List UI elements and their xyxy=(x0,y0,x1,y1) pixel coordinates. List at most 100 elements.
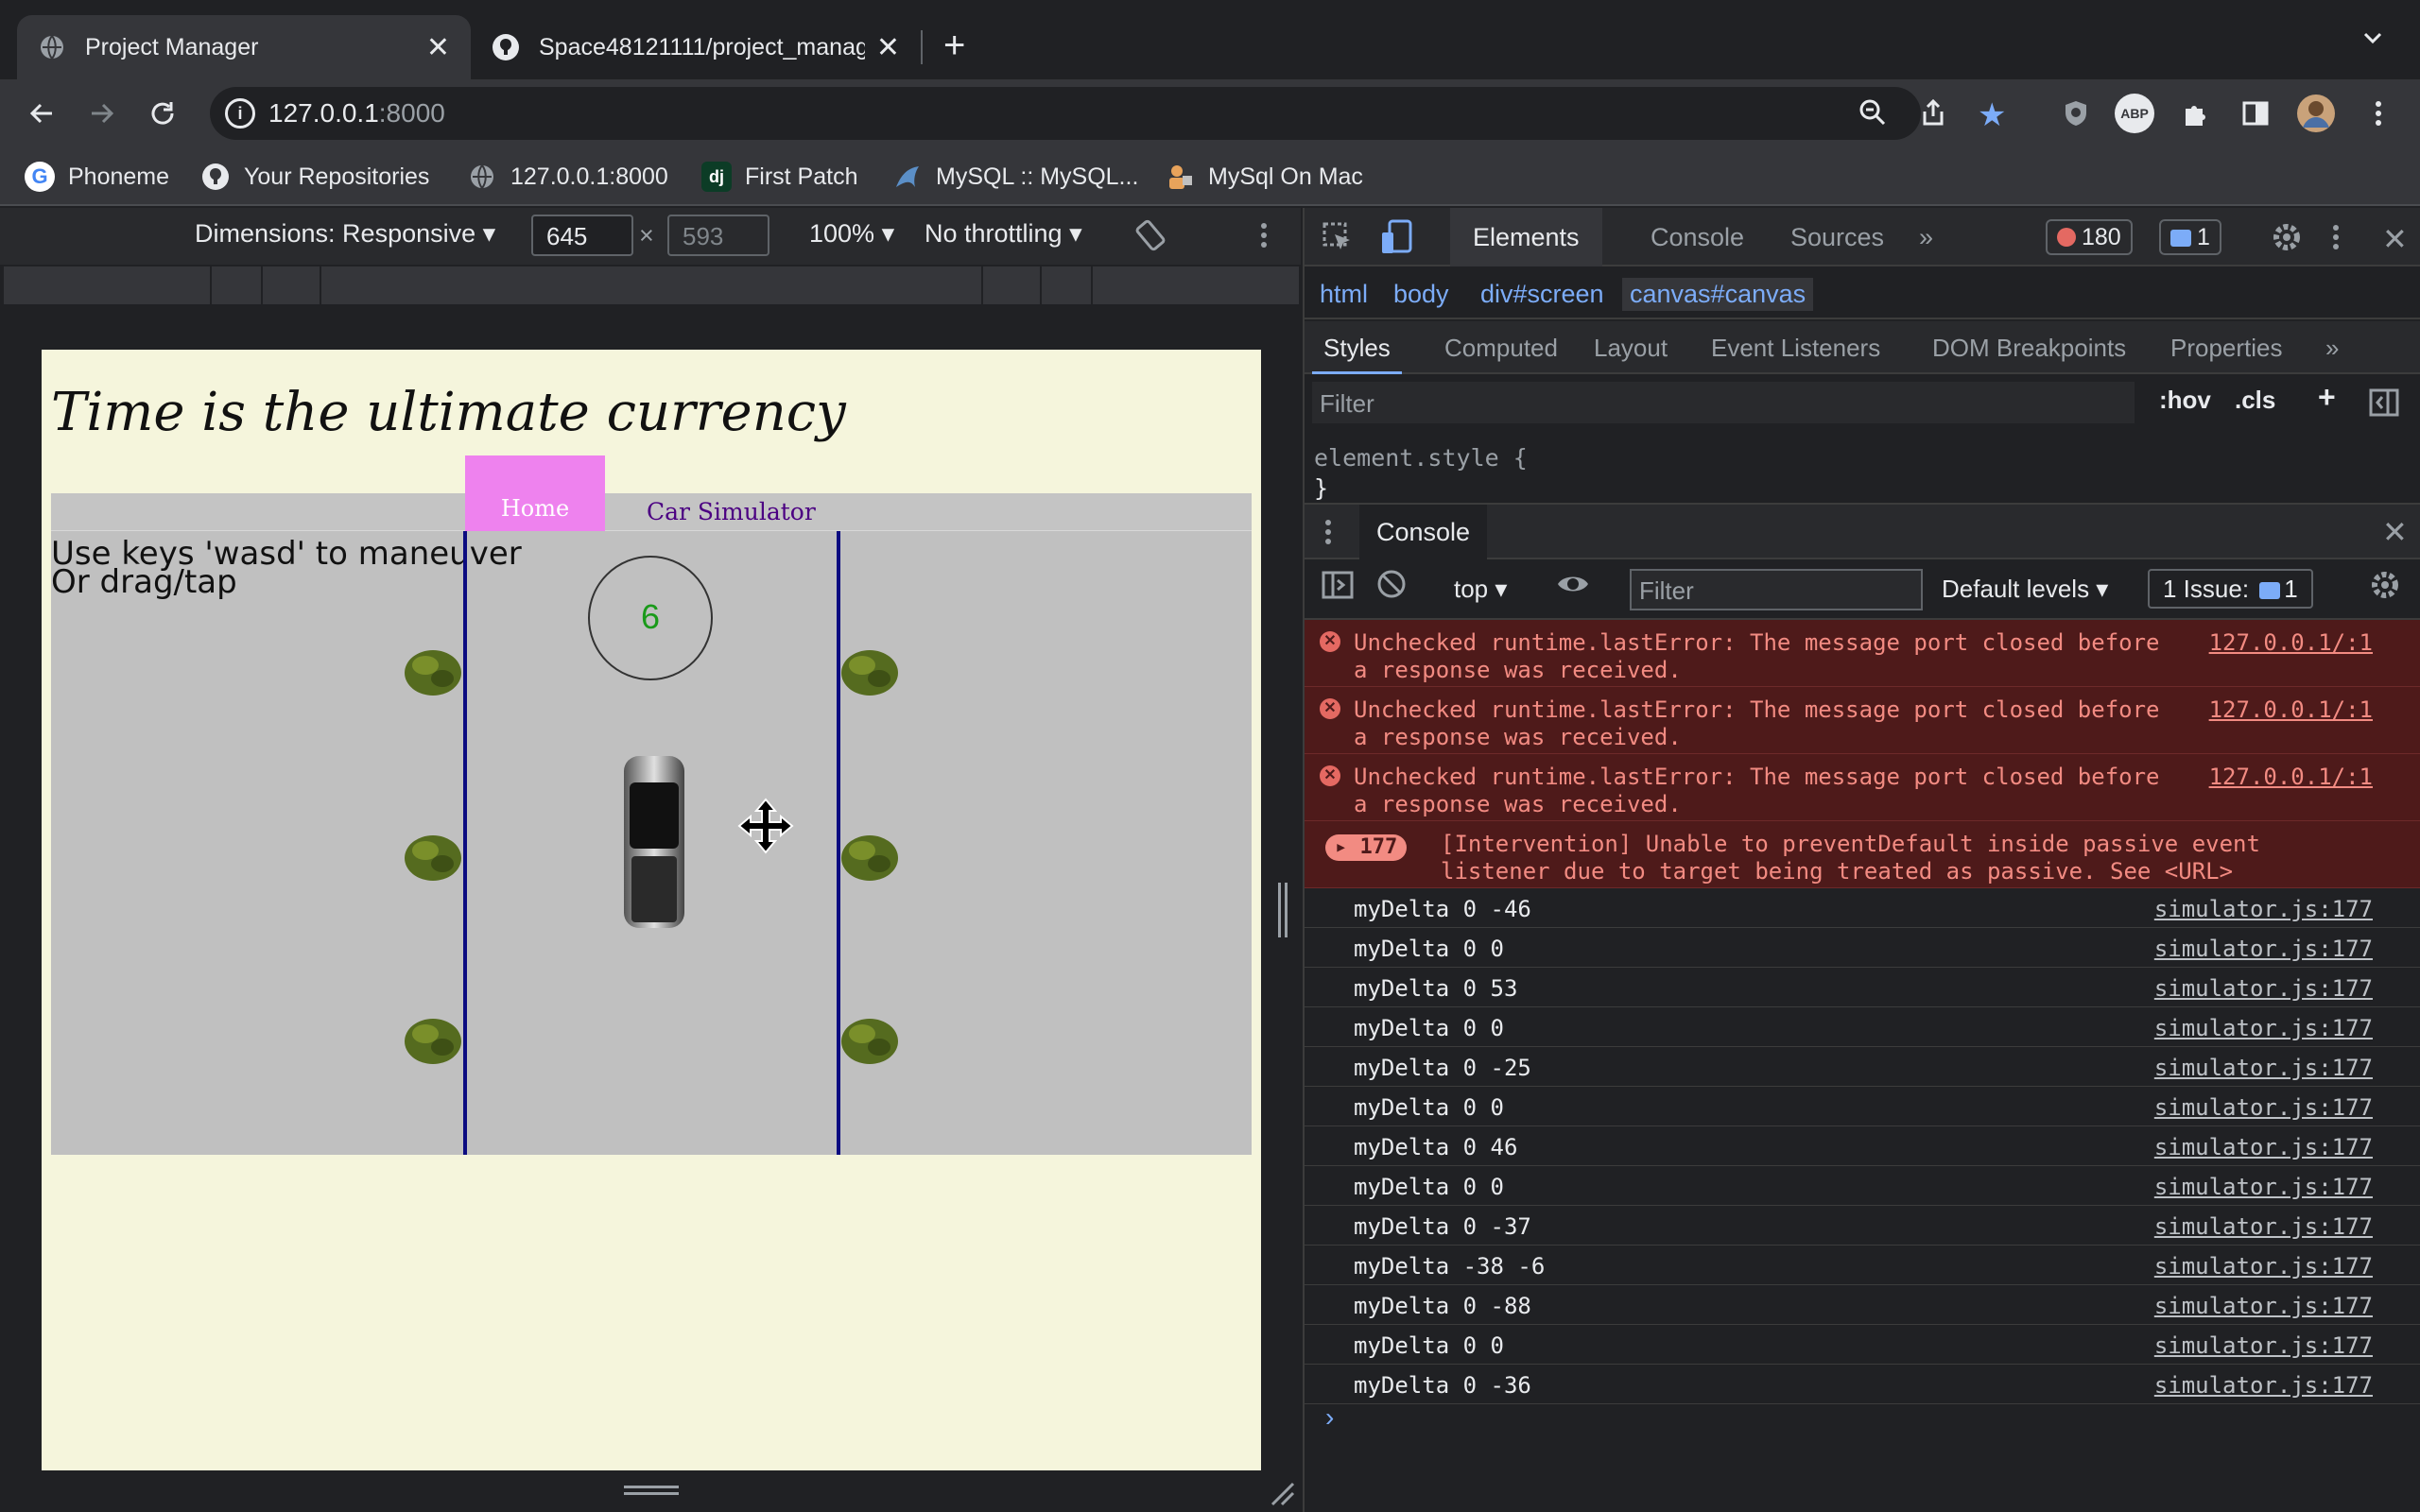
console-prompt[interactable]: › xyxy=(1325,1402,1334,1433)
log-row[interactable]: myDelta 0 -25 simulator.js:177 xyxy=(1305,1047,2420,1087)
log-row[interactable]: myDelta -38 -6 simulator.js:177 xyxy=(1305,1246,2420,1285)
log-row[interactable]: myDelta 0 -88 simulator.js:177 xyxy=(1305,1285,2420,1325)
tab-dom-breakpoints[interactable]: DOM Breakpoints xyxy=(1921,321,2137,374)
close-devtools-icon[interactable]: ✕ xyxy=(2382,221,2408,257)
close-tab-icon[interactable]: ✕ xyxy=(876,31,900,64)
close-drawer-icon[interactable]: ✕ xyxy=(2382,514,2408,550)
new-tab-icon[interactable]: + xyxy=(943,25,965,67)
log-row[interactable]: myDelta 0 0 simulator.js:177 xyxy=(1305,1087,2420,1126)
settings-gear-icon[interactable] xyxy=(2271,221,2303,258)
tab-sources[interactable]: Sources xyxy=(1768,208,1907,266)
toggle-sidebar-icon[interactable] xyxy=(2369,387,2399,422)
tab-console[interactable]: Console xyxy=(1628,208,1767,266)
browser-menu-icon[interactable] xyxy=(2358,93,2399,134)
log-row[interactable]: myDelta 0 0 simulator.js:177 xyxy=(1305,1007,2420,1047)
inspect-element-icon[interactable] xyxy=(1322,221,1354,258)
width-input[interactable]: 645 xyxy=(531,215,633,256)
zoom-icon[interactable] xyxy=(1858,98,1887,131)
log-source-link[interactable]: simulator.js:177 xyxy=(2154,896,2373,922)
log-row[interactable]: myDelta 0 46 simulator.js:177 xyxy=(1305,1126,2420,1166)
reload-icon[interactable] xyxy=(142,93,183,134)
log-levels-select[interactable]: Default levels ▾ xyxy=(1942,569,2108,609)
rotate-icon[interactable] xyxy=(1134,219,1167,258)
tab-search-chevron-icon[interactable] xyxy=(2361,26,2384,54)
nav-car-simulator-link[interactable]: Car Simulator xyxy=(647,493,816,531)
tab-elements[interactable]: Elements xyxy=(1450,208,1602,266)
error-source-link[interactable]: 127.0.0.1/:1 xyxy=(2209,696,2373,723)
bookmark-phoneme[interactable]: G Phoneme xyxy=(25,159,169,195)
show-sidebar-icon[interactable] xyxy=(1322,569,1354,609)
log-source-link[interactable]: simulator.js:177 xyxy=(2154,1293,2373,1319)
tab-layout[interactable]: Layout xyxy=(1582,321,1679,374)
viewport-resize-corner-icon[interactable] xyxy=(1269,1480,1295,1506)
bookmark-mysql[interactable]: MySQL :: MySQL... xyxy=(892,159,1138,195)
viewport-resize-handle-right[interactable] xyxy=(1276,883,1289,937)
console-error[interactable]: ✕ Unchecked runtime.lastError: The messa… xyxy=(1305,687,2420,754)
log-row[interactable]: myDelta 0 -37 simulator.js:177 xyxy=(1305,1206,2420,1246)
console-intervention[interactable]: ▸ 177 [Intervention] Unable to preventDe… xyxy=(1305,821,2420,888)
height-input[interactable]: 593 xyxy=(667,215,769,256)
device-toggle-icon[interactable] xyxy=(1380,219,1414,260)
nav-home-link[interactable]: Home xyxy=(465,455,605,531)
log-row[interactable]: myDelta 0 0 simulator.js:177 xyxy=(1305,1166,2420,1206)
log-source-link[interactable]: simulator.js:177 xyxy=(2154,1134,2373,1160)
drawer-menu-icon[interactable] xyxy=(1323,518,1333,551)
console-filter-input[interactable]: Filter xyxy=(1630,569,1923,610)
drawer-tab-console[interactable]: Console xyxy=(1359,505,1488,559)
error-source-link[interactable]: 127.0.0.1/:1 xyxy=(2209,764,2373,790)
log-source-link[interactable]: simulator.js:177 xyxy=(2154,1015,2373,1041)
log-source-link[interactable]: simulator.js:177 xyxy=(2154,936,2373,962)
bookmark-star-icon[interactable]: ★ xyxy=(1978,96,2006,134)
more-tabs-icon[interactable]: » xyxy=(1896,208,1956,266)
tab-project-manager[interactable]: Project Manager ✕ xyxy=(17,15,471,79)
issues-button[interactable]: 1 Issue: 1 xyxy=(2148,569,2313,609)
log-source-link[interactable]: simulator.js:177 xyxy=(2154,1055,2373,1081)
cls-toggle[interactable]: .cls xyxy=(2235,386,2275,415)
clear-console-icon[interactable] xyxy=(1376,569,1407,609)
tab-github-repo[interactable]: Space48121111/project_manag ✕ xyxy=(471,15,921,79)
error-count-badge[interactable]: 180 xyxy=(2046,219,2133,255)
bookmark-mysql-on-mac[interactable]: MySql On Mac xyxy=(1165,159,1363,195)
log-row[interactable]: myDelta 0 0 simulator.js:177 xyxy=(1305,928,2420,968)
styles-filter-input[interactable]: Filter xyxy=(1312,382,2135,423)
devtools-menu-icon[interactable] xyxy=(2331,223,2341,256)
crumb-canvas[interactable]: canvas#canvas xyxy=(1622,278,1814,311)
device-more-icon[interactable] xyxy=(1259,221,1269,256)
message-count-badge[interactable]: 1 xyxy=(2159,219,2221,255)
adblock-extension-icon[interactable]: ABP xyxy=(2114,93,2155,134)
log-row[interactable]: myDelta 0 0 simulator.js:177 xyxy=(1305,1325,2420,1365)
crumb-body[interactable]: body xyxy=(1386,278,1457,311)
tab-styles[interactable]: Styles xyxy=(1312,321,1402,374)
log-source-link[interactable]: simulator.js:177 xyxy=(2154,1094,2373,1121)
console-error[interactable]: ✕ Unchecked runtime.lastError: The messa… xyxy=(1305,620,2420,687)
tab-computed[interactable]: Computed xyxy=(1433,321,1569,374)
hov-toggle[interactable]: :hov xyxy=(2159,386,2211,415)
log-row[interactable]: myDelta 0 -46 simulator.js:177 xyxy=(1305,888,2420,928)
tab-event-listeners[interactable]: Event Listeners xyxy=(1700,321,1892,374)
bookmark-localhost[interactable]: 127.0.0.1:8000 xyxy=(467,159,668,195)
zoom-select[interactable]: 100% ▾ xyxy=(809,219,894,249)
more-style-tabs-icon[interactable]: » xyxy=(2314,321,2350,374)
address-bar[interactable]: i 127.0.0.1:8000 ★ xyxy=(210,87,2006,140)
close-tab-icon[interactable]: ✕ xyxy=(426,31,450,64)
log-source-link[interactable]: simulator.js:177 xyxy=(2154,1213,2373,1240)
media-query-ruler[interactable] xyxy=(4,266,1299,304)
car-icon[interactable] xyxy=(620,754,688,930)
extensions-puzzle-icon[interactable] xyxy=(2174,93,2216,134)
console-settings-gear-icon[interactable] xyxy=(2369,569,2401,609)
tab-properties[interactable]: Properties xyxy=(2159,321,2294,374)
profile-avatar[interactable] xyxy=(2295,93,2337,134)
log-source-link[interactable]: simulator.js:177 xyxy=(2154,1174,2373,1200)
bookmark-first-patch[interactable]: dj First Patch xyxy=(701,159,857,195)
error-source-link[interactable]: 127.0.0.1/:1 xyxy=(2209,629,2373,656)
side-panel-icon[interactable] xyxy=(2235,93,2276,134)
back-icon[interactable] xyxy=(21,93,62,134)
log-row[interactable]: myDelta 0 53 simulator.js:177 xyxy=(1305,968,2420,1007)
log-row[interactable]: myDelta 0 -36 simulator.js:177 xyxy=(1305,1365,2420,1404)
site-info-icon[interactable]: i xyxy=(225,98,255,129)
context-select[interactable]: top ▾ xyxy=(1454,569,1507,609)
log-source-link[interactable]: simulator.js:177 xyxy=(2154,1253,2373,1280)
log-source-link[interactable]: simulator.js:177 xyxy=(2154,975,2373,1002)
bookmark-your-repositories[interactable]: Your Repositories xyxy=(200,159,429,195)
log-source-link[interactable]: simulator.js:177 xyxy=(2154,1372,2373,1399)
